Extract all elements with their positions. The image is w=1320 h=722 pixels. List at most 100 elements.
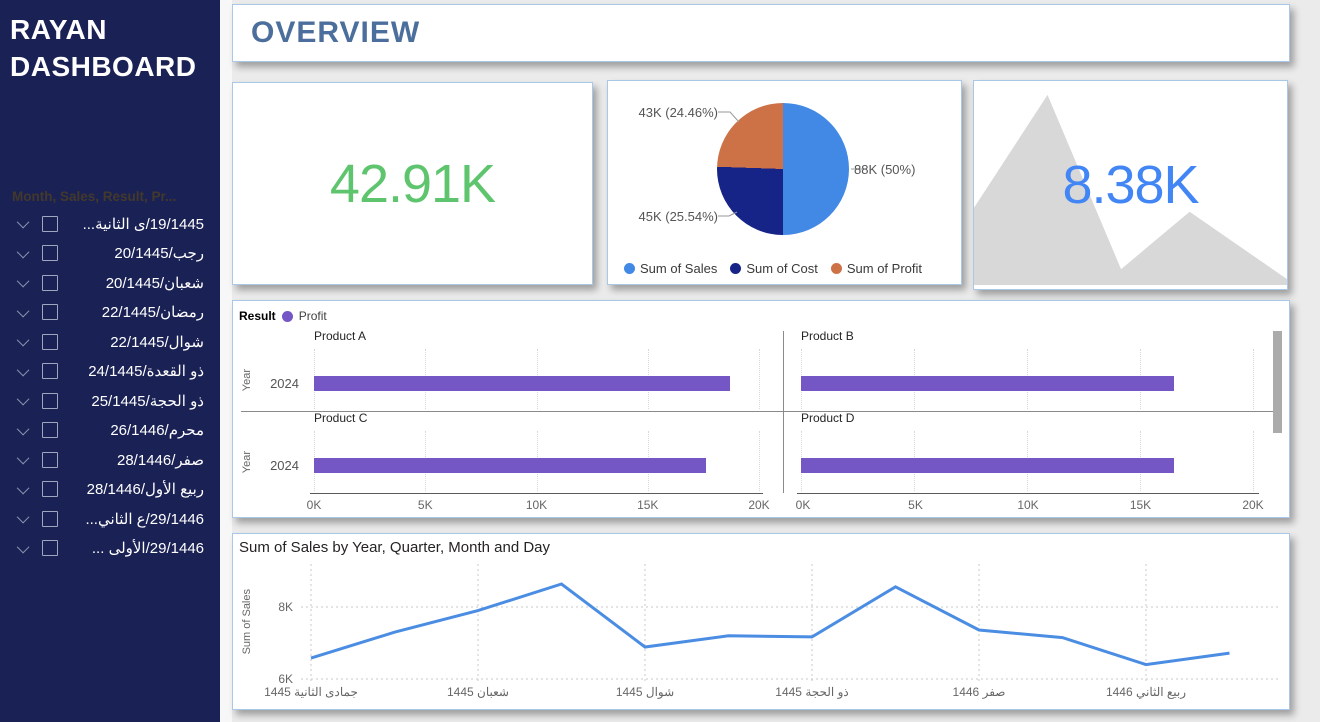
line-chart-panel[interactable]: Sum of Sales by Year, Quarter, Month and… [232, 533, 1290, 710]
slicer-checkbox[interactable] [42, 275, 58, 291]
row-divider [241, 411, 1273, 412]
x-tick-label: ذو الحجة 1445 [775, 685, 848, 699]
bar-chart-panel[interactable]: Result Profit Product AProduct BProduct … [232, 300, 1290, 518]
slicer-item[interactable]: 26/1446/محرم [0, 416, 220, 446]
chevron-down-icon[interactable] [17, 540, 30, 553]
slicer-item-label[interactable]: 20/1445/رجب [68, 244, 204, 262]
slicer-item-label[interactable]: 26/1446/محرم [68, 421, 204, 439]
x-tick-label: 5K [418, 498, 433, 512]
pie-label-sales: 88K (50%) [854, 162, 915, 177]
small-multiple-title: Product B [801, 329, 854, 343]
slicer-item[interactable]: 20/1445/شعبان [0, 268, 220, 298]
slicer-item[interactable]: ...ى الثانية/19/1445 [0, 209, 220, 239]
slicer-item[interactable]: 20/1445/رجب [0, 239, 220, 269]
profit-bar[interactable] [801, 458, 1174, 473]
legend-item[interactable]: Sum of Profit [831, 261, 922, 276]
profit-bar[interactable] [314, 458, 706, 473]
legend-item[interactable]: Sum of Sales [624, 261, 717, 276]
slicer-item[interactable]: 28/1446/صفر [0, 445, 220, 475]
legend-label: Sum of Cost [746, 261, 818, 276]
slicer-item[interactable]: ...ع الثاني/29/1446 [0, 504, 220, 534]
gridline [759, 349, 760, 409]
slicer-checkbox[interactable] [42, 245, 58, 261]
legend-dot-icon [831, 263, 842, 274]
slicer-checkbox[interactable] [42, 334, 58, 350]
slicer-item-label[interactable]: ...ى الثانية/19/1445 [68, 215, 204, 233]
legend-item[interactable]: Sum of Cost [730, 261, 818, 276]
slicer-item-label[interactable]: 28/1446/صفر [68, 451, 204, 469]
slicer-item-label[interactable]: 24/1445/ذو القعدة [68, 362, 204, 380]
slicer-checkbox[interactable] [42, 481, 58, 497]
gridline [759, 431, 760, 491]
slicer-item-label[interactable]: 22/1445/رمضان [68, 303, 204, 321]
slicer-item-label[interactable]: 22/1445/شوال [68, 333, 204, 351]
legend-label: Sum of Profit [847, 261, 922, 276]
x-tick-label: 15K [1130, 498, 1151, 512]
sales-kpi-value: 8.38K [1062, 154, 1198, 216]
slicer-item[interactable]: 22/1445/شوال [0, 327, 220, 357]
slicer-checkbox[interactable] [42, 422, 58, 438]
bar-cell-product-c [314, 431, 759, 491]
x-tick-label: صفر 1446 [953, 685, 1006, 699]
slicer-item-label[interactable]: 28/1446/ربيع الأول [68, 480, 204, 498]
chevron-down-icon[interactable] [17, 334, 30, 347]
pie-chart-card[interactable]: 88K (50%) 45K (25.54%) 43K (24.46%) Sum … [607, 80, 962, 285]
pie-legend: Sum of Sales Sum of Cost Sum of Profit [624, 261, 957, 276]
slicer-checkbox[interactable] [42, 540, 58, 556]
profit-bar[interactable] [314, 376, 730, 391]
y-axis-title: Year [241, 369, 253, 391]
y-axis-category: 2024 [259, 458, 299, 473]
slicer-header: Month, Sales, Result, Pr... [12, 189, 212, 204]
chevron-down-icon[interactable] [17, 245, 30, 258]
slicer-item[interactable]: 24/1445/ذو القعدة [0, 357, 220, 387]
x-tick-label: ربيع الثاني 1446 [1106, 685, 1186, 699]
slicer-item-label[interactable]: ...ع الثاني/29/1446 [68, 510, 204, 528]
gridline [1253, 431, 1254, 491]
sales-kpi-card[interactable]: 8.38K [973, 80, 1288, 290]
x-axis-right [797, 493, 1259, 494]
slicer-checkbox[interactable] [42, 216, 58, 232]
x-axis-left [310, 493, 763, 494]
slicer-item[interactable]: 28/1446/ربيع الأول [0, 475, 220, 505]
small-multiple-title: Product C [314, 411, 367, 425]
canvas-strip [220, 0, 232, 722]
x-tick-label: 10K [1017, 498, 1038, 512]
chevron-down-icon[interactable] [17, 511, 30, 524]
slicer-checkbox[interactable] [42, 393, 58, 409]
profit-bar[interactable] [801, 376, 1174, 391]
chevron-down-icon[interactable] [17, 363, 30, 376]
x-tick-label: جمادى الثانية 1445 [264, 685, 358, 699]
slicer-item[interactable]: 22/1445/رمضان [0, 298, 220, 328]
slicer-checkbox[interactable] [42, 452, 58, 468]
pie-label-cost: 45K (25.54%) [636, 209, 718, 224]
chevron-down-icon[interactable] [17, 304, 30, 317]
x-tick-label: 20K [1242, 498, 1263, 512]
chevron-down-icon[interactable] [17, 422, 30, 435]
small-multiple-title: Product A [314, 329, 366, 343]
slicer-checkbox[interactable] [42, 304, 58, 320]
slicer-item-label[interactable]: 20/1445/شعبان [68, 274, 204, 292]
chevron-down-icon[interactable] [17, 275, 30, 288]
x-tick-label: 20K [748, 498, 769, 512]
slicer-checkbox[interactable] [42, 511, 58, 527]
slicer-item[interactable]: ... الأولى/29/1446 [0, 534, 220, 564]
bar-chart-scrollbar-thumb[interactable] [1273, 331, 1282, 433]
profit-legend-dot [282, 311, 293, 322]
gridline [1253, 349, 1254, 409]
chevron-down-icon[interactable] [17, 481, 30, 494]
title-card: OVERVIEW [232, 4, 1290, 62]
profit-kpi-value: 42.91K [330, 153, 495, 215]
sales-line-series[interactable] [311, 584, 1230, 665]
chevron-down-icon[interactable] [17, 452, 30, 465]
slicer-checkbox[interactable] [42, 363, 58, 379]
chevron-down-icon[interactable] [17, 216, 30, 229]
profit-kpi-card[interactable]: 42.91K [232, 82, 593, 285]
bar-legend-series[interactable]: Profit [299, 309, 327, 323]
slicer-item[interactable]: 25/1445/ذو الحجة [0, 386, 220, 416]
chevron-down-icon[interactable] [17, 393, 30, 406]
slicer-item-label[interactable]: 25/1445/ذو الحجة [68, 392, 204, 410]
slicer-item-label[interactable]: ... الأولى/29/1446 [68, 539, 204, 557]
bar-cell-product-a [314, 349, 759, 409]
x-tick-label: 10K [526, 498, 547, 512]
x-tick-label: 15K [637, 498, 658, 512]
